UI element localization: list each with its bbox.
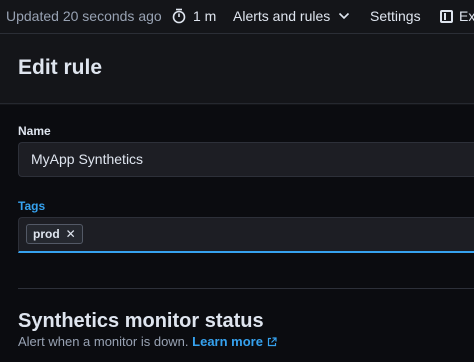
- alerts-and-rules-menu[interactable]: Alerts and rules: [233, 0, 350, 32]
- last-updated-text: Updated 20 seconds ago: [6, 8, 162, 24]
- alerts-menu-label: Alerts and rules: [233, 8, 331, 24]
- name-field-label: Name: [18, 124, 51, 138]
- refresh-timer-icon: [172, 8, 186, 24]
- name-input[interactable]: MyApp Synthetics: [18, 142, 474, 177]
- explore-label: Ex: [459, 8, 474, 24]
- chevron-down-icon: [339, 12, 350, 20]
- learn-more-link[interactable]: Learn more: [192, 334, 277, 349]
- rule-type-description-text: Alert when a monitor is down.: [18, 334, 189, 349]
- page-header: Edit rule: [0, 34, 474, 104]
- tag-chip: prod ✕: [26, 224, 83, 244]
- tags-combobox[interactable]: prod ✕: [18, 217, 474, 253]
- external-link-icon: [267, 337, 277, 347]
- explore-logo-icon: [440, 9, 453, 23]
- tag-remove-icon[interactable]: ✕: [66, 227, 76, 241]
- edit-rule-form: Name MyApp Synthetics Tags prod ✕ Synthe…: [0, 105, 474, 362]
- refresh-interval-label: 1 m: [193, 8, 217, 24]
- refresh-interval-button[interactable]: 1 m: [171, 0, 216, 32]
- explore-link[interactable]: Ex: [440, 0, 474, 32]
- tag-chip-label: prod: [33, 227, 60, 241]
- section-divider: [18, 288, 474, 289]
- top-toolbar: Updated 20 seconds ago 1 m Alerts and ru…: [0, 0, 474, 34]
- tags-field-label: Tags: [18, 199, 46, 213]
- page-title: Edit rule: [18, 56, 103, 79]
- settings-link[interactable]: Settings: [370, 0, 421, 32]
- rule-type-description: Alert when a monitor is down. Learn more: [18, 334, 277, 349]
- rule-type-title: Synthetics monitor status: [18, 310, 264, 332]
- learn-more-label: Learn more: [192, 334, 263, 349]
